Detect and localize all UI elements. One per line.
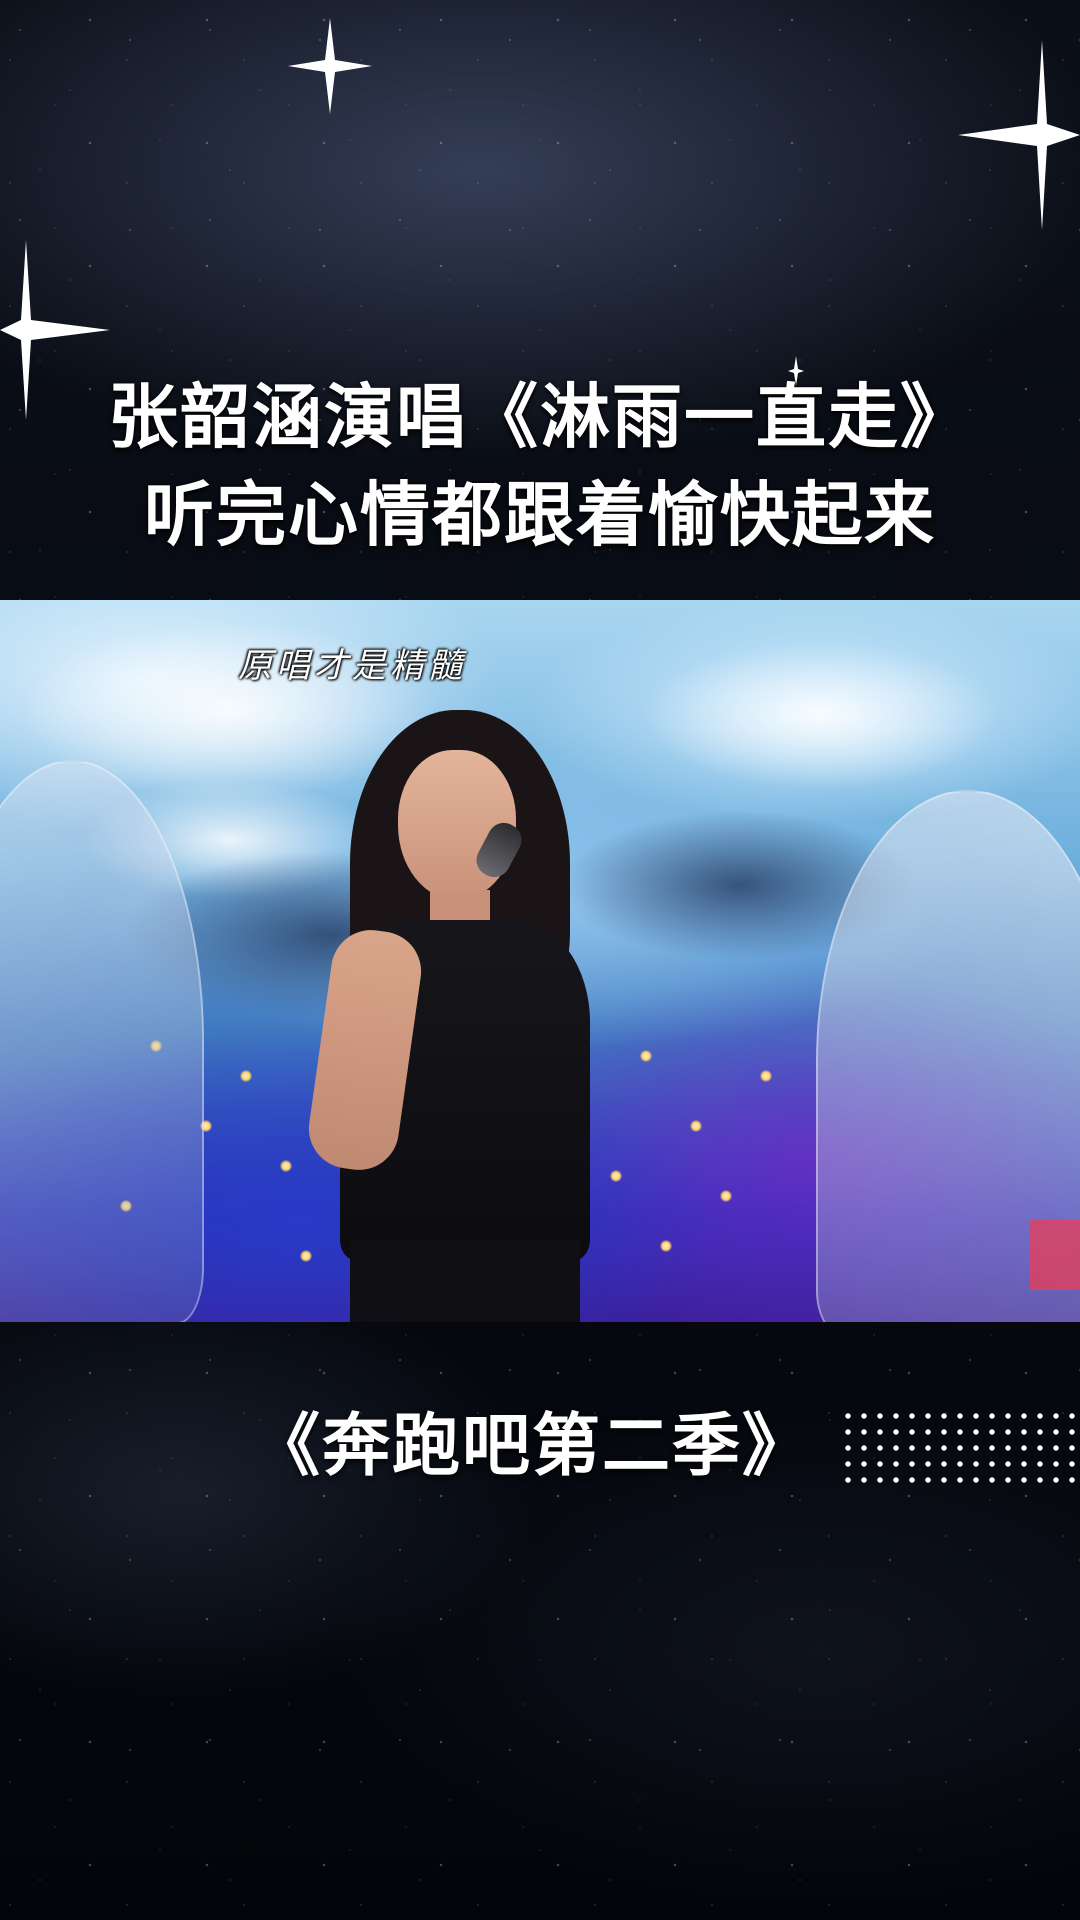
stage-light xyxy=(640,1050,652,1062)
stage-light xyxy=(690,1120,702,1132)
broadcast-badge xyxy=(1030,1220,1080,1290)
skirt xyxy=(350,1240,580,1322)
stage-light xyxy=(240,1070,252,1082)
starry-background: 张韶涵演唱《淋雨一直走》 听完心情都跟着愉快起来 原唱才是精髓 《奔跑吧第二季》 xyxy=(0,0,1080,1920)
stage-light xyxy=(760,1070,772,1082)
stage-light xyxy=(300,1250,312,1262)
headline-line-1: 张韶涵演唱《淋雨一直走》 xyxy=(108,376,972,458)
sparkle-icon xyxy=(288,18,372,114)
stage-light xyxy=(720,1190,732,1202)
sparkle-icon xyxy=(958,40,1080,230)
cloud xyxy=(640,640,1000,790)
stage-light xyxy=(610,1170,622,1182)
video-frame[interactable]: 原唱才是精髓 xyxy=(0,600,1080,1322)
video-caption: 原唱才是精髓 xyxy=(238,646,466,686)
dot-grid-decoration xyxy=(840,1408,1080,1488)
stage-light xyxy=(280,1160,292,1172)
show-title: 《奔跑吧第二季》 xyxy=(252,1407,813,1486)
singer xyxy=(303,710,610,1322)
stage-light xyxy=(660,1240,672,1252)
headline-line-2: 听完心情都跟着愉快起来 xyxy=(144,474,936,556)
